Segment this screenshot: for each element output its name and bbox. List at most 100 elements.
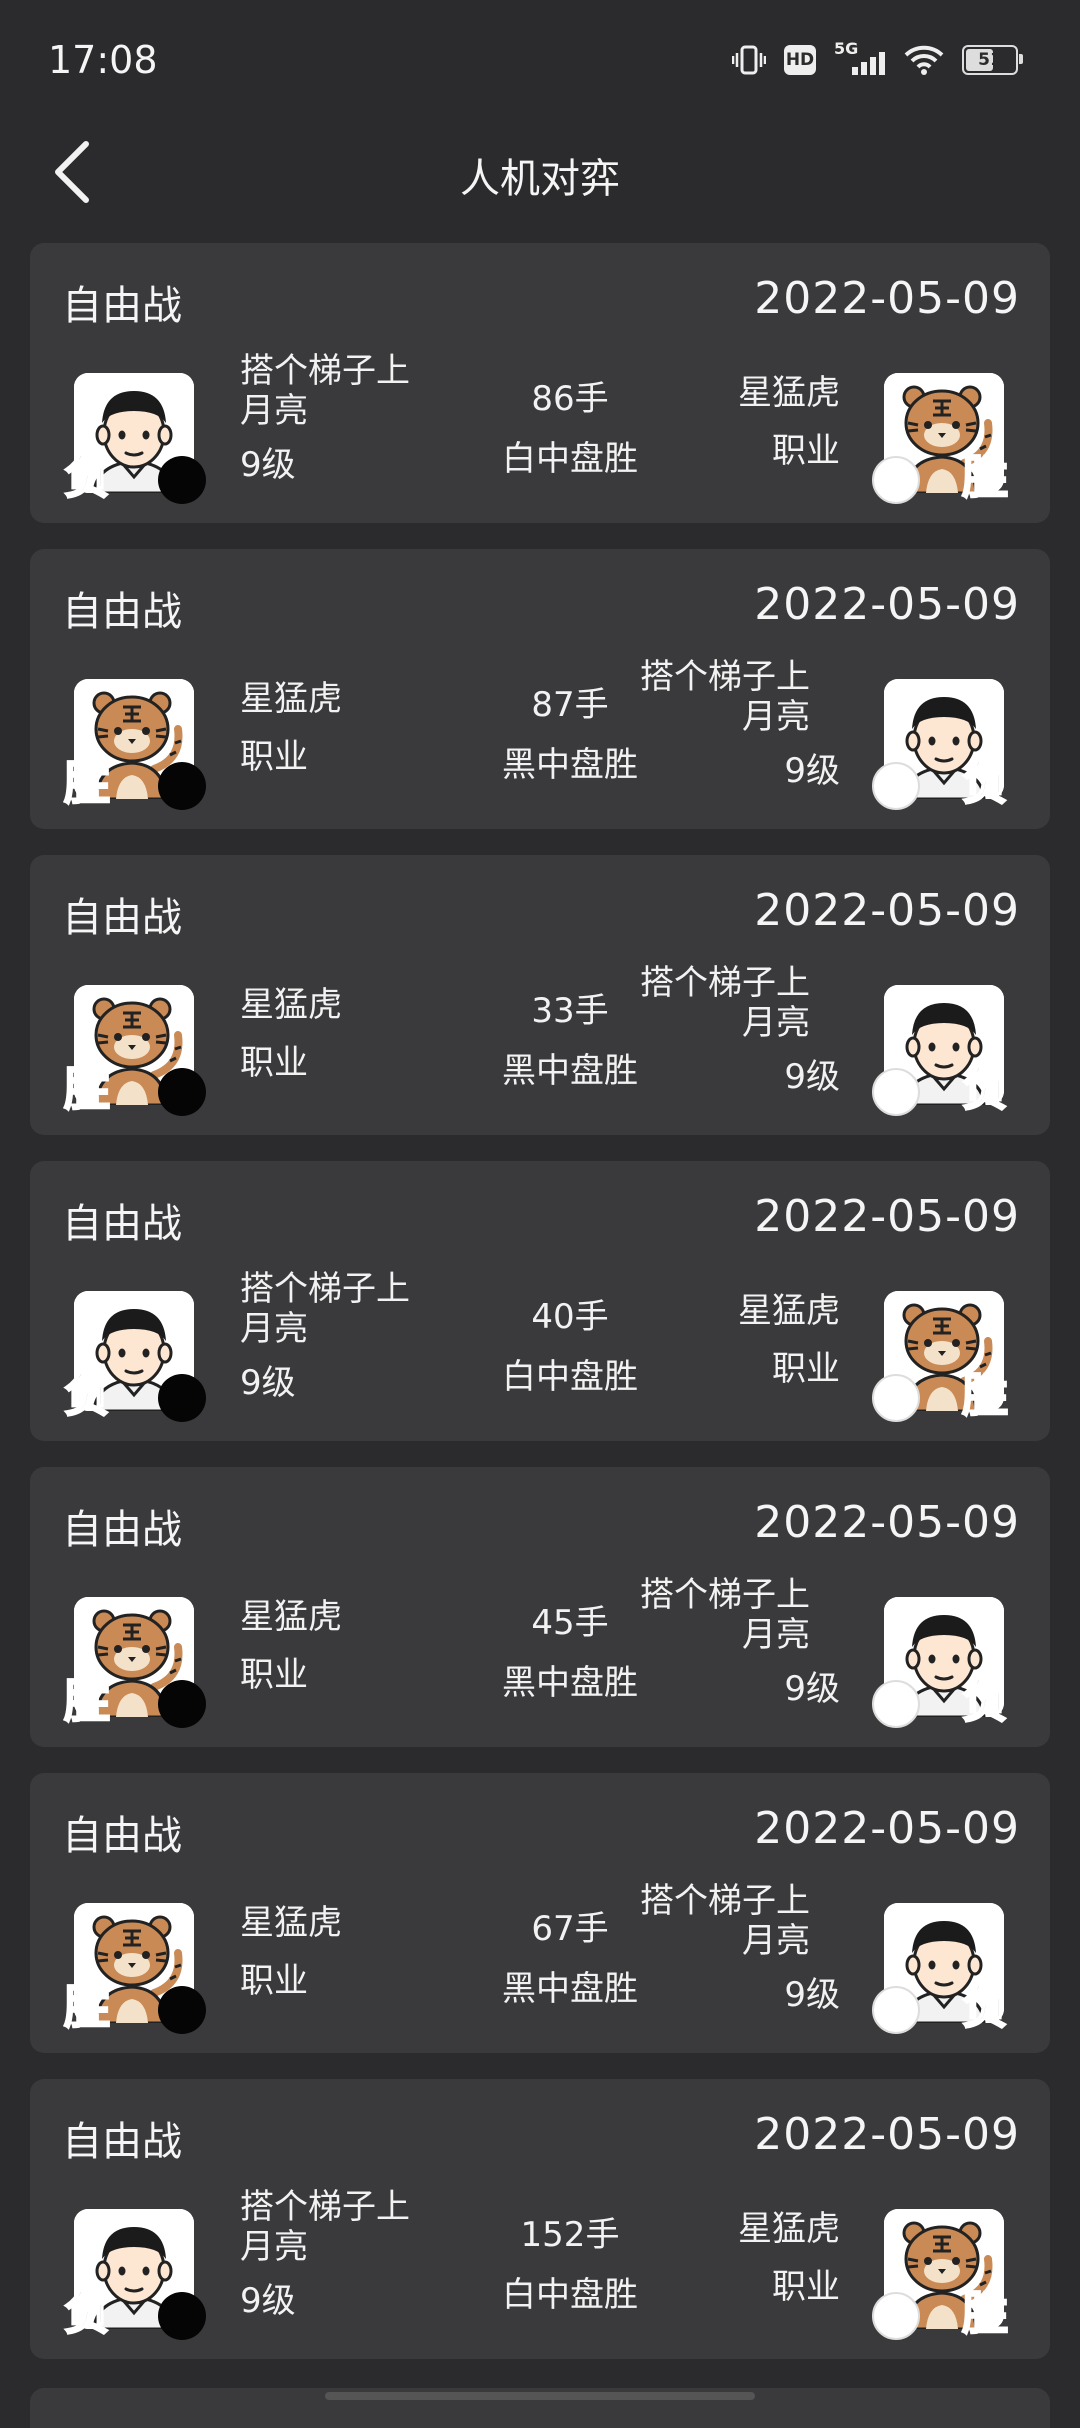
result-badge: 胜 — [961, 2285, 1009, 2341]
nav-bar: 人机对弈 — [0, 120, 1080, 230]
right-player-avatar[interactable]: 胜 — [872, 2209, 1009, 2341]
battery-level: 51 — [978, 50, 1002, 70]
player-name: 搭个梯子上月亮 — [240, 1269, 410, 1349]
game-type: 自由战 — [62, 1813, 182, 1859]
white-stone-icon — [872, 1680, 920, 1728]
game-type: 自由战 — [62, 1201, 182, 1247]
result-badge: 负 — [63, 1367, 111, 1423]
result-badge: 负 — [961, 1673, 1009, 1729]
left-player-avatar[interactable]: 胜 — [63, 679, 206, 811]
result-badge: 胜 — [961, 1367, 1009, 1423]
player-rank: 9级 — [784, 751, 840, 791]
black-stone-icon — [158, 1986, 206, 2034]
result-badge: 负 — [961, 755, 1009, 811]
player-rank: 9级 — [240, 445, 296, 485]
player-rank: 职业 — [240, 1655, 308, 1695]
left-player-info: 搭个梯子上月亮 9级 — [240, 2187, 460, 2321]
game-date: 2022-05-09 — [754, 579, 1020, 630]
vibrate-icon — [732, 43, 766, 77]
game-date: 2022-05-09 — [754, 273, 1020, 324]
result-badge: 胜 — [63, 1061, 111, 1117]
player-rank: 职业 — [240, 737, 308, 777]
white-stone-icon — [872, 456, 920, 504]
player-rank: 9级 — [784, 1975, 840, 2015]
result-badge: 负 — [63, 2285, 111, 2341]
list-item[interactable]: 自由战 2022-05-09 胜 星猛虎 职业 87手 黑中盘胜 负 搭个梯子上… — [30, 549, 1050, 829]
player-name: 星猛虎 — [738, 2209, 840, 2249]
right-player-info: 搭个梯子上月亮 9级 — [620, 657, 840, 791]
right-player-info: 搭个梯子上月亮 9级 — [620, 963, 840, 1097]
result-badge: 负 — [63, 449, 111, 505]
white-stone-icon — [872, 1986, 920, 2034]
player-name: 星猛虎 — [738, 1291, 840, 1331]
status-bar: 17:08 HD 5G 51 — [0, 0, 1080, 120]
game-type: 自由战 — [62, 1507, 182, 1553]
result-badge: 胜 — [63, 755, 111, 811]
page-title: 人机对弈 — [460, 156, 620, 202]
right-player-avatar[interactable]: 胜 — [872, 1291, 1009, 1423]
left-player-info: 搭个梯子上月亮 9级 — [240, 351, 460, 485]
player-name: 星猛虎 — [240, 679, 342, 719]
player-name: 星猛虎 — [738, 373, 840, 413]
list-item[interactable]: 自由战 2022-05-09 胜 星猛虎 职业 45手 黑中盘胜 负 搭个梯子上… — [30, 1467, 1050, 1747]
player-name: 搭个梯子上月亮 — [640, 657, 810, 737]
white-stone-icon — [872, 1374, 920, 1422]
right-player-info: 星猛虎 职业 — [620, 2209, 840, 2307]
right-player-avatar[interactable]: 负 — [872, 1597, 1009, 1729]
game-type: 自由战 — [62, 895, 182, 941]
player-name: 星猛虎 — [240, 1597, 342, 1637]
player-rank: 职业 — [240, 1043, 308, 1083]
right-player-info: 搭个梯子上月亮 9级 — [620, 1881, 840, 2015]
signal-icon: 5G — [834, 39, 886, 77]
player-name: 搭个梯子上月亮 — [240, 2187, 410, 2267]
right-player-info: 搭个梯子上月亮 9级 — [620, 1575, 840, 1709]
left-player-info: 星猛虎 职业 — [240, 1903, 460, 2001]
list-item[interactable]: 自由战 2022-05-09 胜 星猛虎 职业 67手 黑中盘胜 负 搭个梯子上… — [30, 1773, 1050, 2053]
left-player-info: 星猛虎 职业 — [240, 1597, 460, 1695]
status-icons: HD 5G 51 — [732, 39, 1023, 80]
game-type: 自由战 — [62, 283, 182, 329]
game-date: 2022-05-09 — [754, 1191, 1020, 1242]
game-date: 2022-05-09 — [754, 2109, 1020, 2160]
black-stone-icon — [158, 1680, 206, 1728]
player-rank: 9级 — [240, 1363, 296, 1403]
game-date: 2022-05-09 — [754, 885, 1020, 936]
right-player-info: 星猛虎 职业 — [620, 373, 840, 471]
player-name: 搭个梯子上月亮 — [640, 1881, 810, 1961]
player-rank: 9级 — [240, 2281, 296, 2321]
black-stone-icon — [158, 1374, 206, 1422]
left-player-avatar[interactable]: 负 — [63, 2209, 206, 2341]
right-player-info: 星猛虎 职业 — [620, 1291, 840, 1389]
player-rank: 职业 — [772, 2267, 840, 2307]
player-rank: 职业 — [240, 1961, 308, 2001]
player-name: 搭个梯子上月亮 — [240, 351, 410, 431]
player-name: 星猛虎 — [240, 985, 342, 1025]
player-rank: 9级 — [784, 1057, 840, 1097]
black-stone-icon — [158, 2292, 206, 2340]
right-player-avatar[interactable]: 负 — [872, 1903, 1009, 2035]
player-name: 搭个梯子上月亮 — [640, 963, 810, 1043]
left-player-info: 星猛虎 职业 — [240, 985, 460, 1083]
right-player-avatar[interactable]: 负 — [872, 985, 1009, 1117]
left-player-avatar[interactable]: 胜 — [63, 1903, 206, 2035]
list-item[interactable]: 自由战 2022-05-09 负 搭个梯子上月亮 9级 152手 白中盘胜 胜 … — [30, 2079, 1050, 2359]
left-player-avatar[interactable]: 负 — [63, 1291, 206, 1423]
white-stone-icon — [872, 762, 920, 810]
result-badge: 胜 — [63, 1673, 111, 1729]
result-badge: 胜 — [961, 449, 1009, 505]
white-stone-icon — [872, 1068, 920, 1116]
right-player-avatar[interactable]: 胜 — [872, 373, 1009, 505]
left-player-avatar[interactable]: 负 — [63, 373, 206, 505]
game-type: 自由战 — [62, 2119, 182, 2165]
list-item[interactable]: 自由战 2022-05-09 负 搭个梯子上月亮 9级 40手 白中盘胜 胜 星… — [30, 1161, 1050, 1441]
result-badge: 负 — [961, 1979, 1009, 2035]
result-badge: 胜 — [63, 1979, 111, 2035]
list-item[interactable]: 自由战 2022-05-09 胜 星猛虎 职业 33手 黑中盘胜 负 搭个梯子上… — [30, 855, 1050, 1135]
left-player-info: 星猛虎 职业 — [240, 679, 460, 777]
status-time: 17:08 — [48, 38, 158, 82]
left-player-avatar[interactable]: 胜 — [63, 985, 206, 1117]
right-player-avatar[interactable]: 负 — [872, 679, 1009, 811]
wifi-icon — [904, 44, 944, 76]
left-player-avatar[interactable]: 胜 — [63, 1597, 206, 1729]
list-item[interactable]: 自由战 2022-05-09 负 搭个梯子上月亮 9级 86手 白中盘胜 胜 星… — [30, 243, 1050, 523]
